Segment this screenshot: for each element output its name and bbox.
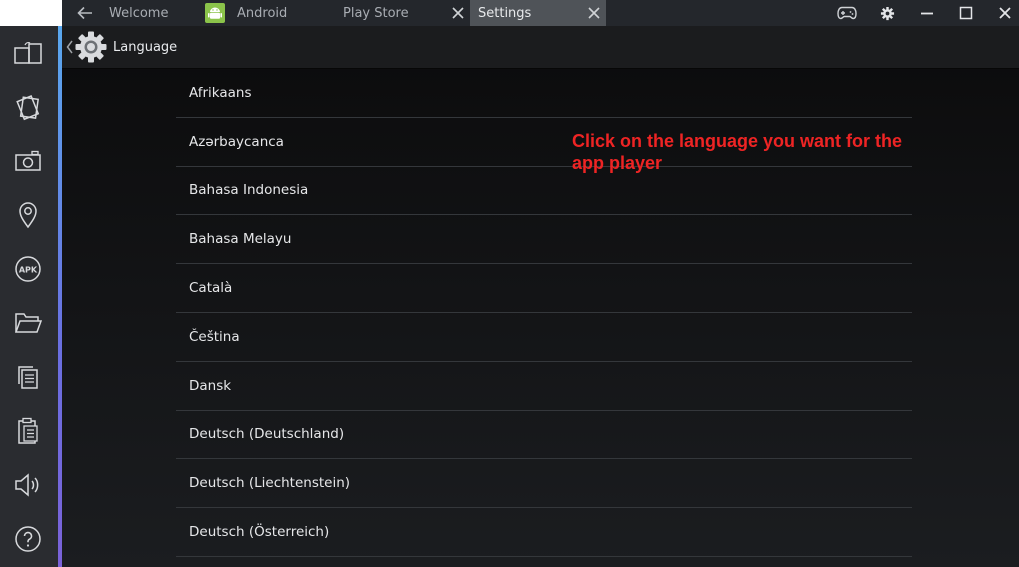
help-button[interactable] [9, 521, 47, 557]
tab-android[interactable]: Android [200, 0, 332, 26]
language-item[interactable]: Afrikaans [176, 69, 912, 118]
rotate-screen-icon [14, 41, 42, 64]
volume-icon [15, 473, 39, 497]
svg-text:APK: APK [19, 266, 38, 275]
minimize-button[interactable] [913, 0, 941, 26]
close-window-button[interactable] [991, 0, 1019, 26]
back-arrow-icon [77, 6, 92, 20]
chevron-left-icon [66, 40, 73, 54]
language-item[interactable]: Deutsch (Deutschland) [176, 411, 912, 460]
language-item[interactable]: Čeština [176, 313, 912, 362]
maximize-icon [959, 6, 973, 20]
sidebar: APK [0, 26, 58, 567]
location-pin-icon [19, 202, 37, 229]
close-tab-button[interactable] [586, 5, 602, 21]
paste-button[interactable] [9, 413, 47, 449]
settings-gear-icon[interactable] [74, 30, 108, 64]
camera-button[interactable] [9, 143, 47, 179]
copy-button[interactable] [9, 359, 47, 395]
copy-icon [18, 366, 38, 389]
language-item[interactable]: Deutsch (Österreich) [176, 508, 912, 557]
tab-play-store[interactable]: Play Store [332, 0, 470, 26]
settings-panel: Language Afrikaans Azərbaycanca Bahasa Ind… [62, 26, 1019, 567]
tab-label: Welcome [109, 5, 169, 21]
folder-icon [14, 313, 42, 333]
android-icon [205, 3, 225, 23]
action-bar: Language [62, 26, 1019, 69]
paste-icon [18, 417, 38, 444]
title-bar: Welcome Android Play Store Settings [0, 0, 1019, 26]
language-item[interactable]: Deutsch (Liechtenstein) [176, 459, 912, 509]
tab-label: Android [237, 5, 288, 21]
camera-icon [15, 150, 41, 171]
tab-settings[interactable]: Settings [470, 0, 606, 26]
language-item[interactable]: Català [176, 264, 912, 313]
language-item[interactable]: Dansk [176, 362, 912, 411]
tab-welcome[interactable]: Welcome [100, 0, 200, 26]
language-item[interactable]: Bahasa Melayu [176, 215, 912, 265]
settings-button[interactable] [873, 0, 901, 26]
apk-install-button[interactable]: APK [9, 251, 47, 287]
close-tab-button[interactable] [450, 5, 466, 21]
tab-label: Settings [478, 5, 532, 21]
rotate-screen-button[interactable] [9, 35, 47, 71]
up-navigation[interactable] [66, 37, 74, 57]
page-title: Language [113, 39, 178, 55]
instruction-callout: Click on the language you want for the a… [572, 131, 903, 173]
gamepad-button[interactable] [833, 0, 861, 26]
location-button[interactable] [9, 197, 47, 233]
gamepad-icon [837, 6, 857, 20]
folder-button[interactable] [9, 305, 47, 341]
maximize-button[interactable] [952, 0, 980, 26]
minimize-icon [921, 12, 933, 15]
title-bar-blank [0, 0, 62, 26]
volume-button[interactable] [9, 467, 47, 503]
app-window: Welcome Android Play Store Settings APK … [0, 0, 1019, 567]
close-icon [999, 7, 1011, 19]
close-icon [452, 7, 464, 19]
close-icon [588, 7, 600, 19]
shake-button[interactable] [9, 89, 47, 125]
tab-label: Play Store [343, 5, 409, 21]
gear-icon [880, 6, 894, 20]
back-button[interactable] [72, 0, 98, 26]
shake-icon [16, 95, 40, 121]
help-icon [15, 526, 41, 552]
apk-icon: APK [15, 256, 41, 282]
